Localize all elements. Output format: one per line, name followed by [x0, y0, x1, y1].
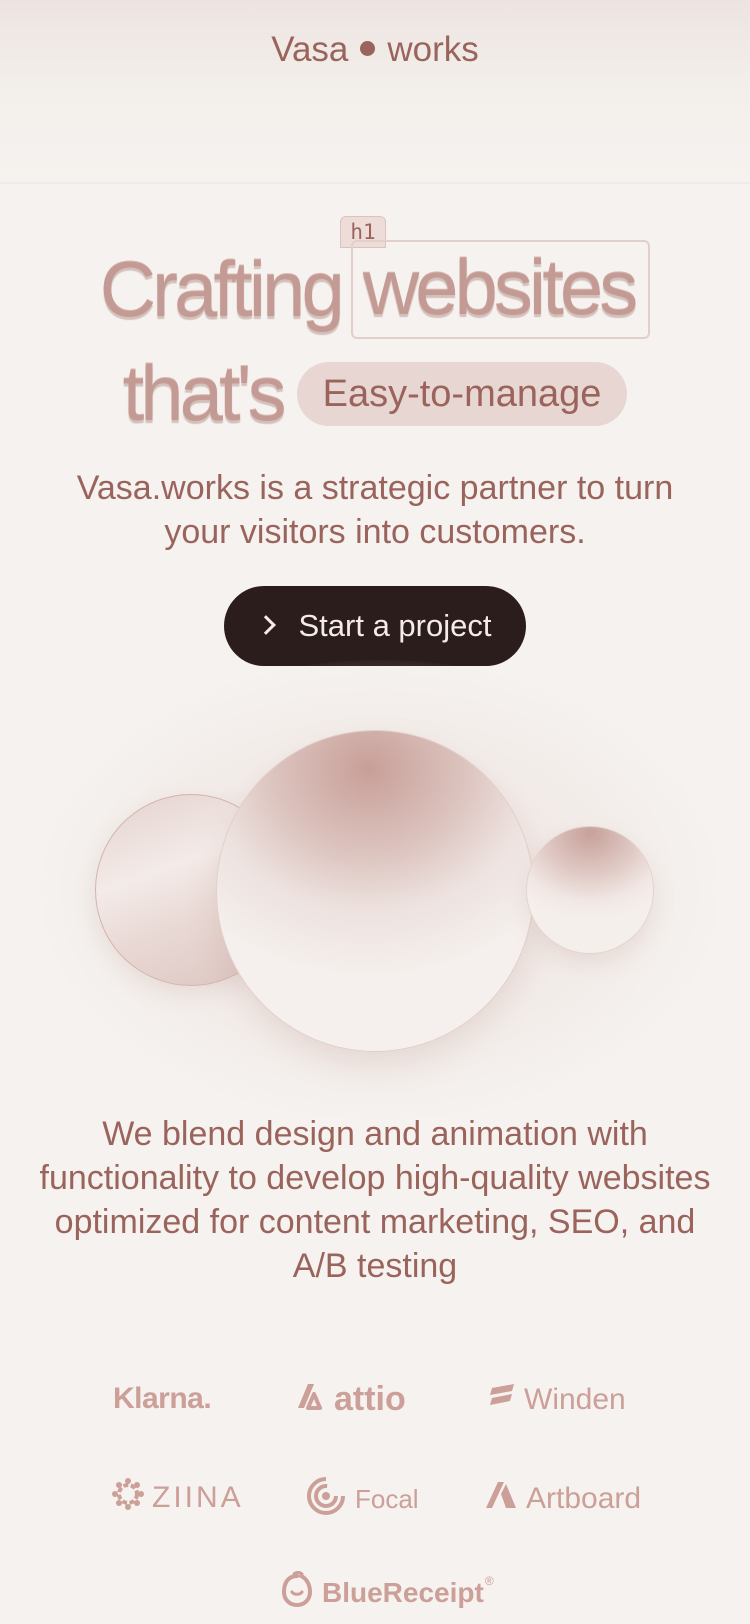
headline-word-websites: websites [362, 243, 638, 331]
klarna-wordmark: Klarna. [113, 1382, 212, 1415]
about-blurb: We blend design and animation with funct… [39, 1115, 711, 1285]
headline-line-1: Crafting websites [0, 240, 750, 339]
headline-highlight-box: websites [350, 240, 651, 339]
focal-icon [305, 1476, 347, 1523]
artboard-wordmark: Artboard [526, 1482, 642, 1515]
headline-line-2: that's Easy-to-manage [0, 348, 750, 439]
start-project-label: Start a project [298, 608, 492, 643]
decorative-orb-right [526, 826, 654, 954]
start-project-button[interactable]: Start a project [224, 586, 526, 666]
client-logo-klarna: Klarna. [113, 1382, 212, 1416]
headline-pill-rotating-word: Easy-to-manage [296, 361, 628, 426]
ziina-wordmark: ZIINA [152, 1481, 244, 1514]
client-logo-winden: Winden [488, 1382, 626, 1418]
logo-text-right: works [387, 30, 479, 69]
winden-wordmark: Winden [524, 1383, 626, 1416]
winden-icon [488, 1382, 516, 1418]
decorative-orb-center [216, 730, 534, 1052]
attio-icon [290, 1380, 326, 1419]
attio-wordmark: attio [334, 1380, 406, 1418]
focal-wordmark: Focal [355, 1484, 419, 1514]
client-logo-bluereceipt: BlueReceipt ® [280, 1570, 494, 1615]
artboard-icon [484, 1480, 518, 1518]
bluereceipt-wordmark: BlueReceipt [322, 1576, 484, 1608]
bluereceipt-icon [280, 1570, 314, 1615]
headline-word-thats: that's [122, 349, 287, 437]
chevron-right-icon [255, 615, 276, 635]
logo-text-left: Vasa [271, 30, 349, 69]
logo-dot-icon [360, 41, 376, 57]
hero-subheading: Vasa.works is a strategic partner to tur… [76, 469, 674, 551]
client-logo-focal: Focal [305, 1476, 419, 1523]
site-header: Vasa works [0, 0, 750, 184]
client-logo-artboard: Artboard [484, 1480, 641, 1518]
ziina-icon [112, 1478, 144, 1518]
site-logo[interactable]: Vasa works [0, 30, 750, 70]
client-logo-ziina: ZIINA [112, 1478, 244, 1518]
headline-word-crafting: Crafting [99, 245, 345, 333]
client-logo-attio: attio [290, 1380, 406, 1419]
registered-mark: ® [484, 1573, 494, 1588]
